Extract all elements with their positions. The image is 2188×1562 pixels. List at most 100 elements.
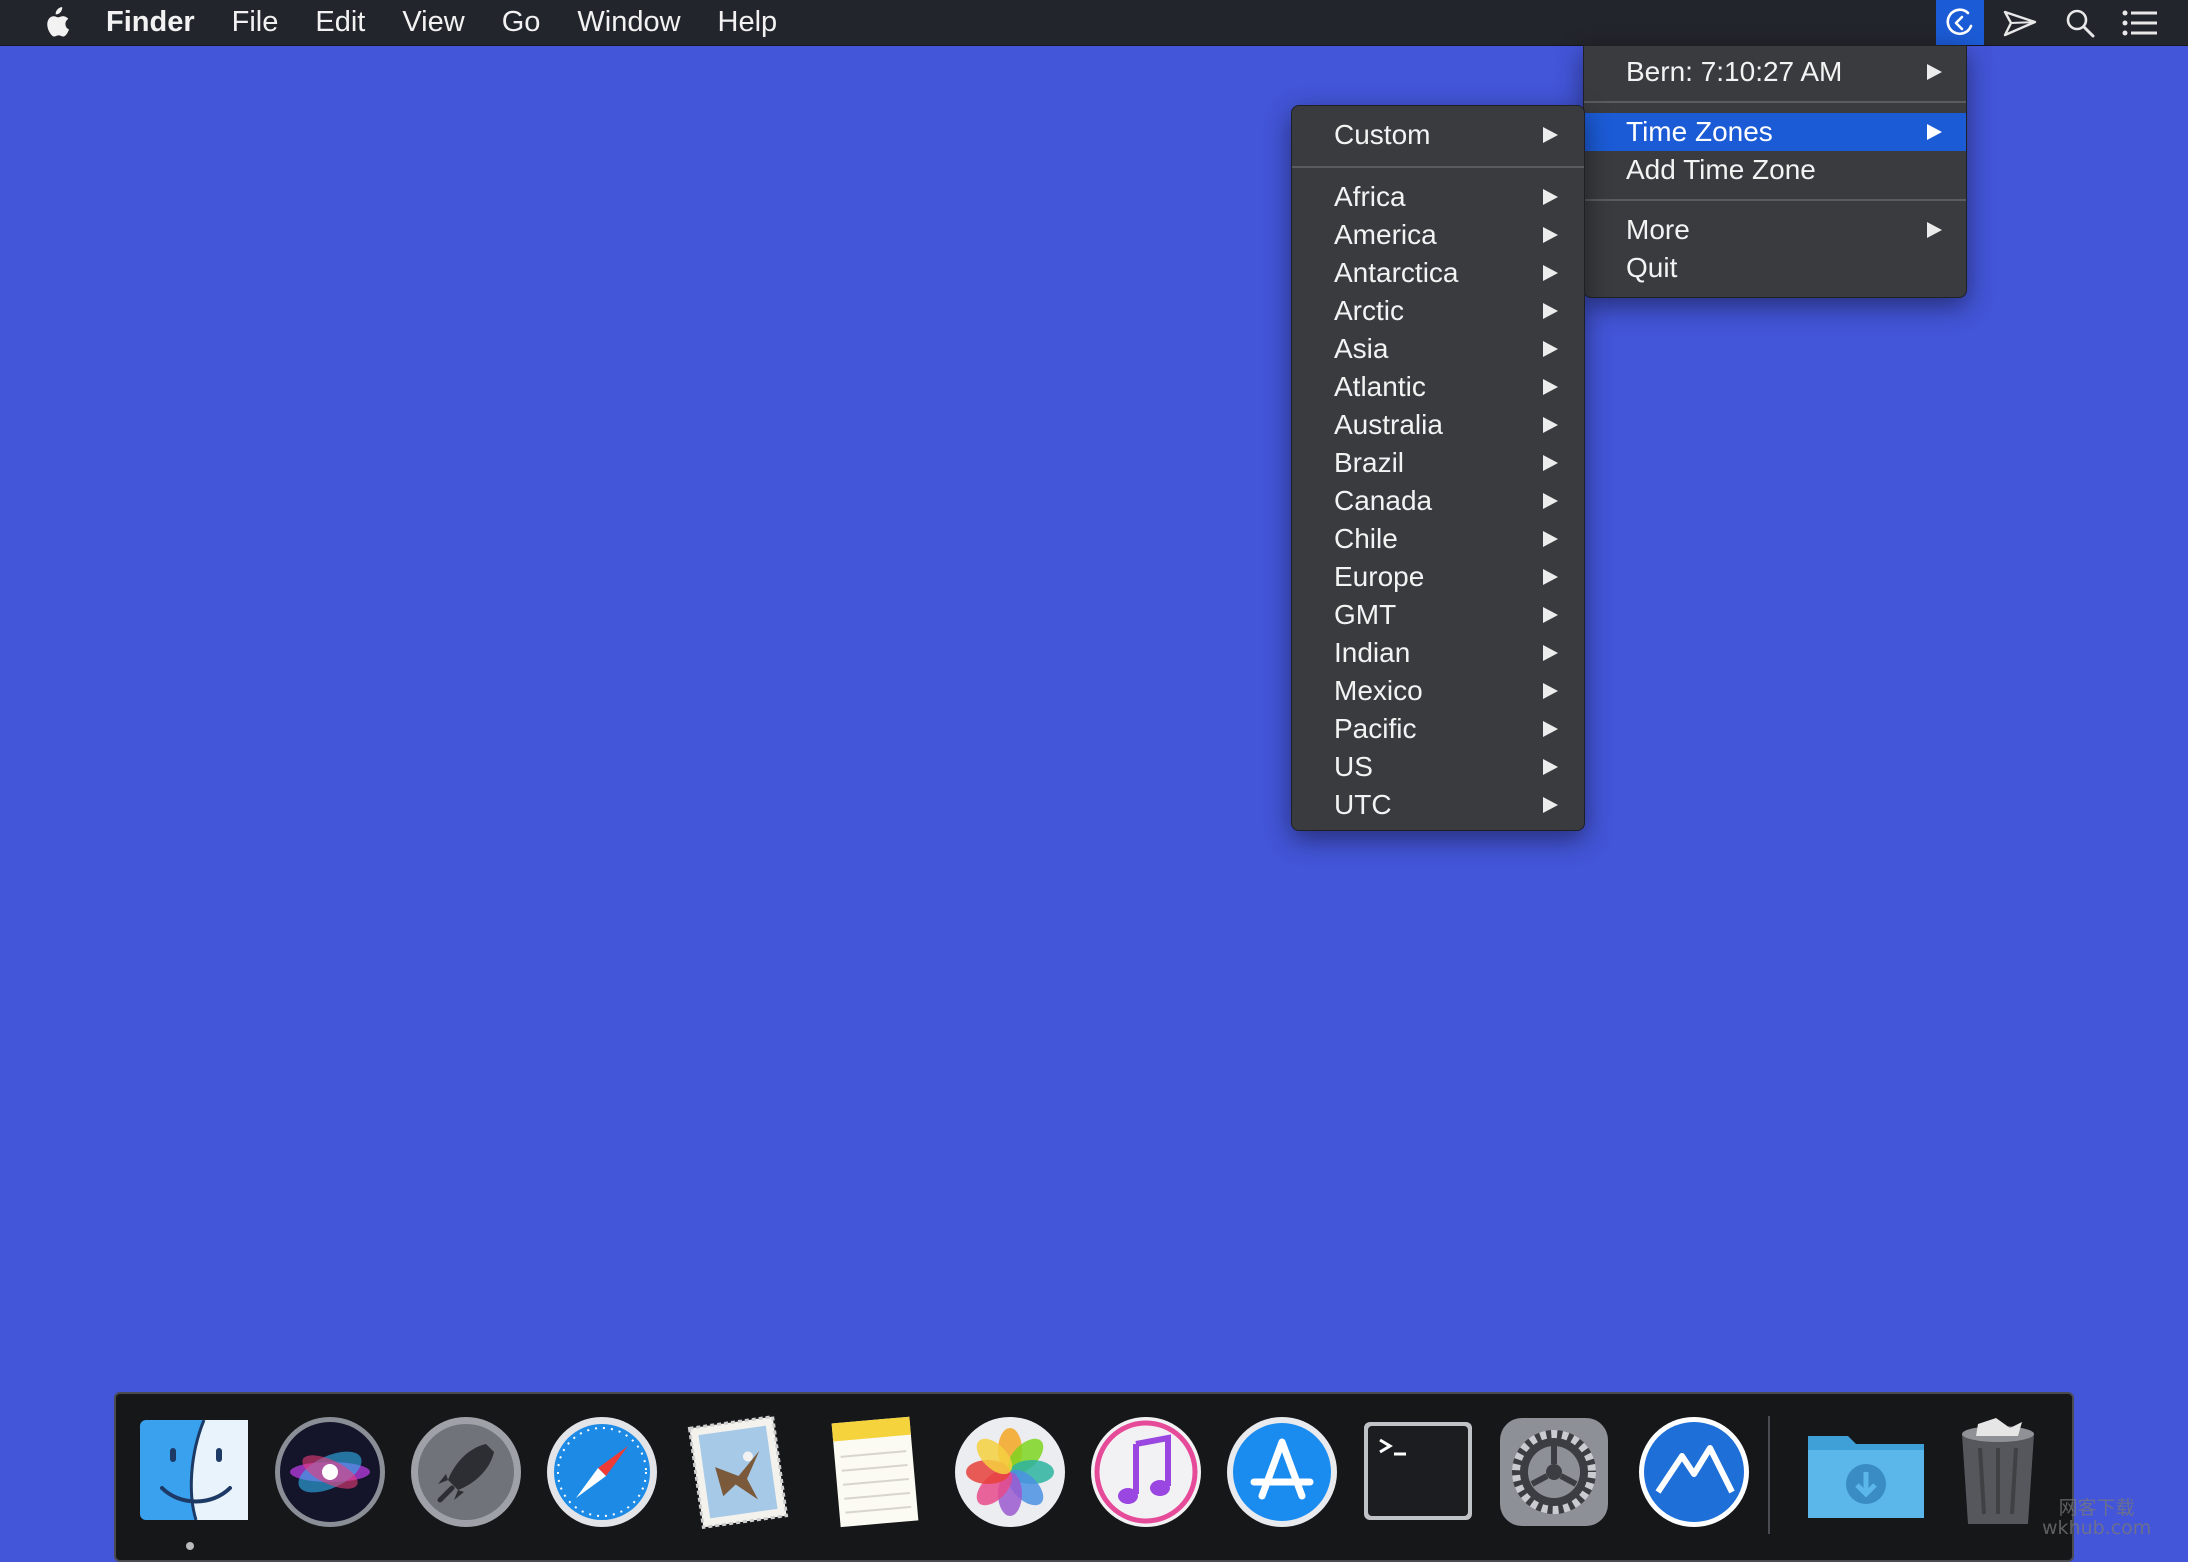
dock-separator	[1768, 1416, 1770, 1534]
menu-separator	[1584, 101, 1966, 103]
photos-icon[interactable]	[952, 1414, 1068, 1530]
submenu-arrow-icon	[1543, 189, 1558, 205]
menu-item-region-america[interactable]: America	[1292, 216, 1584, 254]
menu-item-region-indian[interactable]: Indian	[1292, 634, 1584, 672]
menu-item-region-utc[interactable]: UTC	[1292, 786, 1584, 824]
menu-item-region-arctic[interactable]: Arctic	[1292, 292, 1584, 330]
menu-item-region-pacific[interactable]: Pacific	[1292, 710, 1584, 748]
watermark-line2: wkhub.com	[2042, 1517, 2152, 1539]
submenu-arrow-icon	[1543, 759, 1558, 775]
downloads-folder-icon[interactable]	[1804, 1414, 1928, 1530]
apple-logo-icon[interactable]	[40, 6, 70, 39]
menu-separator	[1584, 199, 1966, 201]
region-label: UTC	[1334, 789, 1392, 820]
mail-icon[interactable]	[680, 1414, 796, 1530]
region-label: Africa	[1334, 181, 1406, 212]
menu-item-region-atlantic[interactable]: Atlantic	[1292, 368, 1584, 406]
menu-view[interactable]: View	[402, 0, 464, 45]
region-label: Brazil	[1334, 447, 1405, 478]
menu-bar: Finder File Edit View Go Window Help	[0, 0, 2188, 46]
menu-window[interactable]: Window	[577, 0, 680, 45]
watermark: 网客下载 wkhub.com	[2042, 1498, 2151, 1538]
menu-item-bern-time[interactable]: Bern: 7:10:27 AM	[1584, 53, 1966, 91]
region-label: US	[1334, 751, 1373, 782]
region-label: Asia	[1334, 333, 1389, 364]
submenu-arrow-icon	[1543, 379, 1558, 395]
app-menu-finder[interactable]: Finder	[106, 0, 195, 45]
region-label: Mexico	[1334, 675, 1423, 706]
submenu-arrow-icon	[1543, 721, 1558, 737]
region-label: Indian	[1334, 637, 1411, 668]
submenu-arrow-icon	[1927, 124, 1942, 140]
mountain-app-icon[interactable]	[1636, 1414, 1752, 1530]
submenu-arrow-icon	[1543, 341, 1558, 357]
bern-time-label: Bern: 7:10:27 AM	[1626, 56, 1843, 87]
status-bar-items	[1924, 0, 2188, 45]
region-label: Chile	[1334, 523, 1398, 554]
siri-icon[interactable]	[272, 1414, 388, 1530]
menu-item-region-chile[interactable]: Chile	[1292, 520, 1584, 558]
menu-item-region-australia[interactable]: Australia	[1292, 406, 1584, 444]
spotlight-search-icon[interactable]	[2056, 0, 2104, 45]
menu-item-region-canada[interactable]: Canada	[1292, 482, 1584, 520]
add-time-zone-label: Add Time Zone	[1626, 154, 1816, 185]
region-label: Pacific	[1334, 713, 1417, 744]
submenu-arrow-icon	[1543, 417, 1558, 433]
region-label: GMT	[1334, 599, 1397, 630]
menu-item-time-zones[interactable]: Time Zones	[1584, 113, 1966, 151]
menu-separator	[1292, 166, 1584, 168]
notification-center-icon[interactable]	[2116, 0, 2164, 45]
submenu-arrow-icon	[1543, 303, 1558, 319]
submenu-arrow-icon	[1543, 645, 1558, 661]
submenu-arrow-icon	[1543, 683, 1558, 699]
menu-item-region-europe[interactable]: Europe	[1292, 558, 1584, 596]
region-label: Europe	[1334, 561, 1425, 592]
safari-icon[interactable]	[544, 1414, 660, 1530]
clock-dropdown-menu: Bern: 7:10:27 AM Time Zones Add Time Zon…	[1583, 45, 1967, 298]
menu-item-quit[interactable]: Quit	[1584, 249, 1966, 287]
app-store-icon[interactable]	[1224, 1414, 1340, 1530]
submenu-arrow-icon	[1543, 265, 1558, 281]
notes-icon[interactable]	[816, 1414, 932, 1530]
finder-icon[interactable]	[136, 1414, 252, 1530]
submenu-arrow-icon	[1543, 531, 1558, 547]
system-preferences-icon[interactable]	[1496, 1414, 1612, 1530]
region-label: Australia	[1334, 409, 1443, 440]
submenu-arrow-icon	[1543, 569, 1558, 585]
menu-item-region-us[interactable]: US	[1292, 748, 1584, 786]
menu-item-region-africa[interactable]: Africa	[1292, 178, 1584, 216]
quit-label: Quit	[1626, 252, 1678, 283]
submenu-arrow-icon	[1927, 222, 1942, 238]
menu-item-more[interactable]: More	[1584, 211, 1966, 249]
trash-icon[interactable]	[1948, 1414, 2048, 1530]
region-label: Arctic	[1334, 295, 1404, 326]
menu-item-region-asia[interactable]: Asia	[1292, 330, 1584, 368]
custom-label: Custom	[1334, 119, 1431, 150]
launchpad-icon[interactable]	[408, 1414, 524, 1530]
time-zones-label: Time Zones	[1626, 116, 1773, 147]
menu-item-custom[interactable]: Custom	[1292, 116, 1584, 154]
region-label: Atlantic	[1334, 371, 1426, 402]
menu-item-region-gmt[interactable]: GMT	[1292, 596, 1584, 634]
menu-item-region-mexico[interactable]: Mexico	[1292, 672, 1584, 710]
watermark-line1: 网客下载	[2058, 1497, 2135, 1519]
time-zones-submenu: Custom Africa America Antarctica Arctic …	[1291, 105, 1585, 831]
menu-item-add-time-zone[interactable]: Add Time Zone	[1584, 151, 1966, 189]
submenu-arrow-icon	[1543, 127, 1558, 143]
menu-item-region-antarctica[interactable]: Antarctica	[1292, 254, 1584, 292]
submenu-arrow-icon	[1543, 493, 1558, 509]
clock-menu-icon[interactable]	[1936, 0, 1984, 45]
menu-file[interactable]: File	[232, 0, 279, 45]
region-label: Antarctica	[1334, 257, 1459, 288]
submenu-arrow-icon	[1543, 797, 1558, 813]
menu-item-region-brazil[interactable]: Brazil	[1292, 444, 1584, 482]
menu-help[interactable]: Help	[718, 0, 778, 45]
menu-edit[interactable]: Edit	[315, 0, 365, 45]
paper-plane-icon[interactable]	[1996, 0, 2044, 45]
running-indicator	[186, 1542, 194, 1550]
menu-go[interactable]: Go	[502, 0, 541, 45]
itunes-icon[interactable]	[1088, 1414, 1204, 1530]
submenu-arrow-icon	[1927, 64, 1942, 80]
terminal-icon[interactable]	[1360, 1414, 1476, 1530]
submenu-arrow-icon	[1543, 227, 1558, 243]
